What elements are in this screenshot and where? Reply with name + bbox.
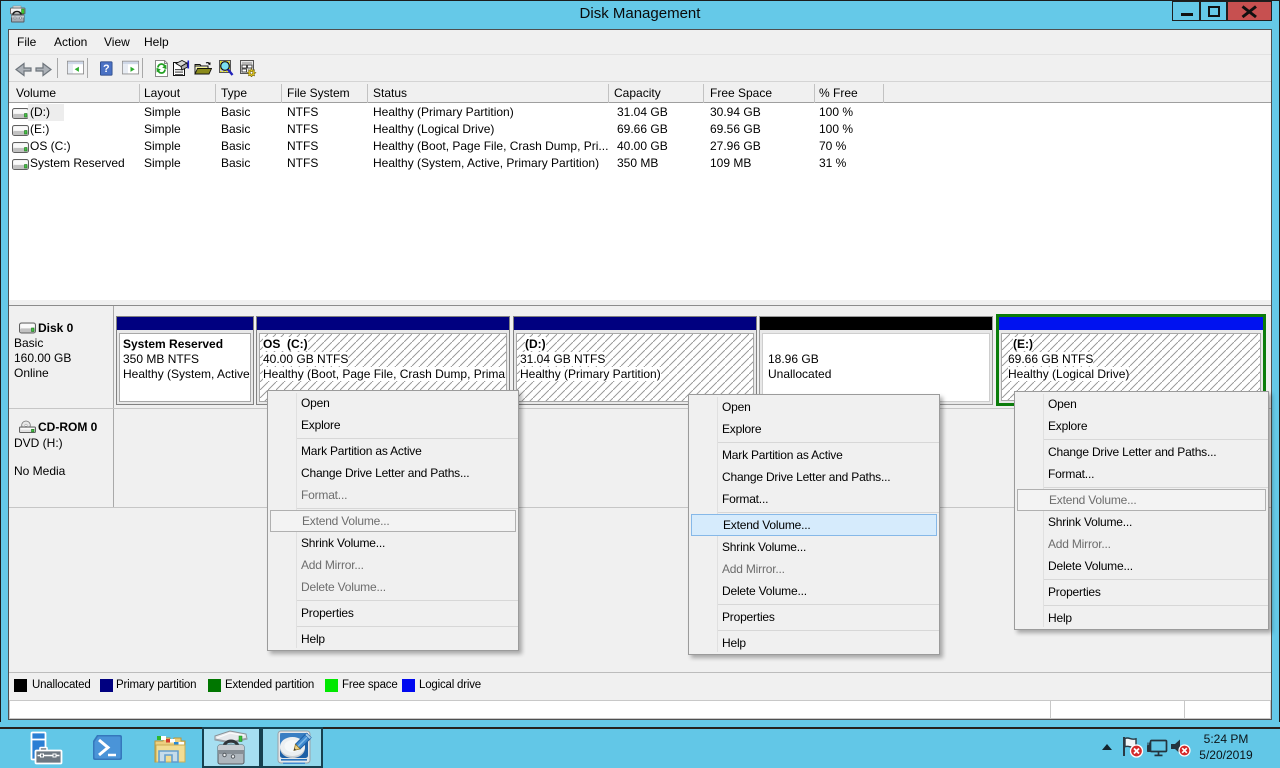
svg-text:?: ? bbox=[103, 63, 110, 75]
